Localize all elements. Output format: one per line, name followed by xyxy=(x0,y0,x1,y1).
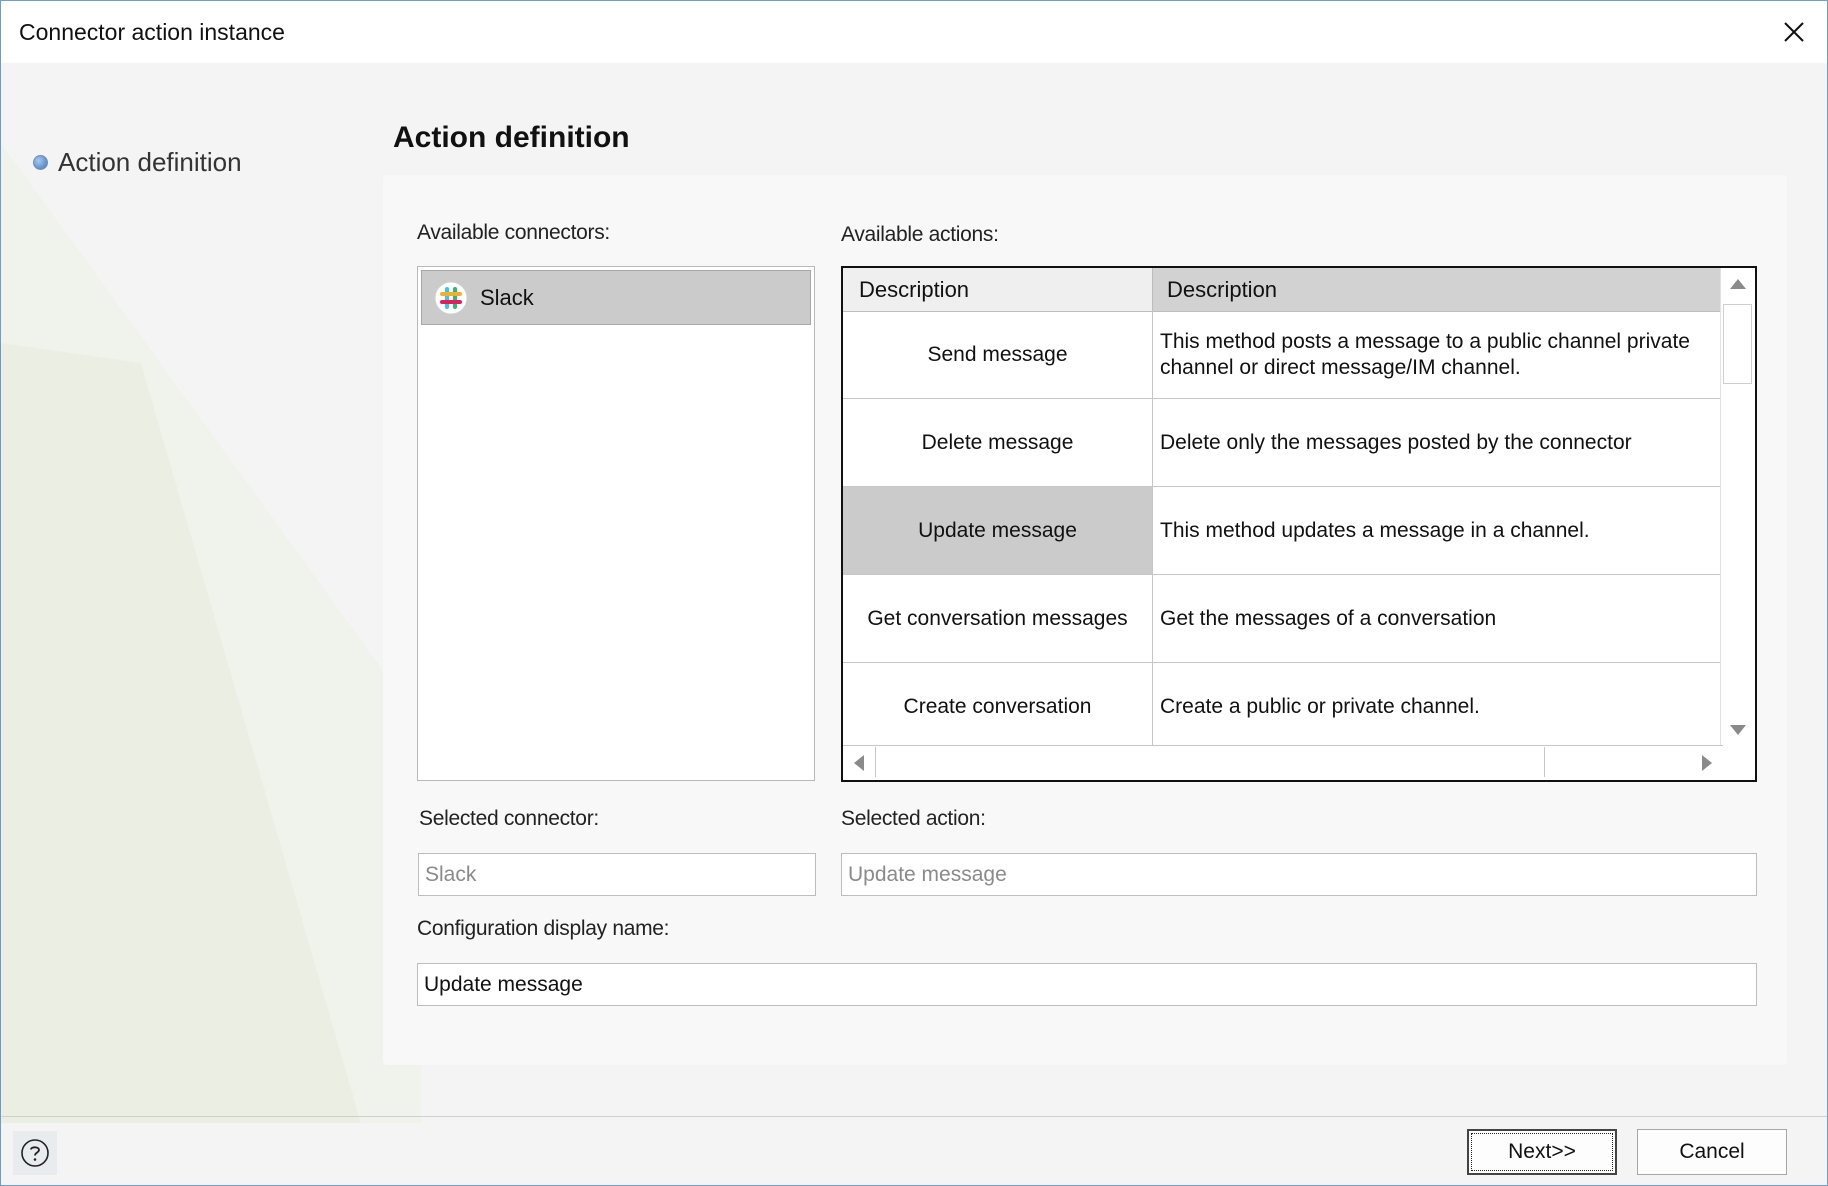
available-actions-label: Available actions: xyxy=(841,223,999,246)
scroll-left-icon[interactable] xyxy=(853,754,865,772)
available-connectors-label: Available connectors: xyxy=(417,221,610,244)
help-icon xyxy=(21,1139,49,1167)
step-label: Action definition xyxy=(58,147,242,177)
scroll-right-icon[interactable] xyxy=(1701,754,1713,772)
title-bar: Connector action instance xyxy=(1,1,1827,63)
action-description-text: This method posts a message to a public … xyxy=(1160,329,1690,379)
cancel-button[interactable]: Cancel xyxy=(1637,1129,1787,1175)
step-bullet-icon xyxy=(33,155,48,170)
dialog-window: Connector action instance Action definit… xyxy=(0,0,1828,1186)
vertical-scrollbar[interactable] xyxy=(1720,268,1755,746)
action-name-cell: Get conversation messages xyxy=(843,575,1153,662)
page-title: Action definition xyxy=(393,121,630,154)
scroll-corner xyxy=(1721,746,1755,780)
selected-connector-label: Selected connector: xyxy=(419,807,599,830)
next-button[interactable]: Next>> xyxy=(1467,1129,1617,1175)
config-display-name-label: Configuration display name: xyxy=(417,917,670,940)
table-row[interactable]: Delete message Delete only the messages … xyxy=(843,399,1723,487)
vertical-scroll-thumb[interactable] xyxy=(1723,304,1752,384)
horizontal-scroll-thumb[interactable] xyxy=(875,747,1545,777)
scroll-down-icon[interactable] xyxy=(1729,724,1747,736)
selected-action-label: Selected action: xyxy=(841,807,986,830)
action-name-cell: Send message xyxy=(843,311,1153,398)
help-button[interactable] xyxy=(13,1131,57,1175)
action-description-cell: Delete only the messages posted by the c… xyxy=(1160,430,1632,454)
action-name-cell: Delete message xyxy=(843,399,1153,486)
horizontal-scrollbar[interactable] xyxy=(843,745,1723,780)
slack-icon xyxy=(434,281,468,314)
column-header-name[interactable]: Description xyxy=(843,268,1153,311)
close-icon xyxy=(1784,22,1804,42)
selected-action-field[interactable] xyxy=(841,853,1757,896)
action-description-cell: Create a public or private channel. xyxy=(1160,695,1480,718)
action-name-cell: Update message xyxy=(843,487,1153,574)
table-row[interactable]: Create conversation Create a public or p… xyxy=(843,663,1723,751)
table-row[interactable]: Get conversation messages Get the messag… xyxy=(843,575,1723,663)
connectors-list[interactable]: Slack xyxy=(417,266,815,781)
action-description-cell: Get the messages of a conversation xyxy=(1160,606,1497,630)
scroll-up-icon[interactable] xyxy=(1729,278,1747,290)
footer-divider xyxy=(1,1116,1827,1117)
connector-item-slack[interactable]: Slack xyxy=(421,270,811,325)
column-header-description[interactable]: Description xyxy=(1153,268,1723,311)
close-button[interactable] xyxy=(1761,1,1827,63)
connector-name: Slack xyxy=(480,284,534,310)
background-decoration xyxy=(1,143,421,1123)
grid-header: Description Description xyxy=(843,268,1723,312)
table-row-selected[interactable]: Update message This method updates a mes… xyxy=(843,487,1723,575)
action-description-cell: This method posts a message to a public … xyxy=(1153,311,1723,398)
actions-grid[interactable]: Description Description Send message Thi… xyxy=(841,266,1757,782)
wizard-step-action-definition[interactable]: Action definition xyxy=(33,147,242,178)
window-title: Connector action instance xyxy=(19,19,285,45)
selected-connector-field[interactable] xyxy=(418,853,816,896)
action-name-cell: Create conversation xyxy=(843,663,1153,751)
action-description-cell: This method updates a message in a chann… xyxy=(1160,518,1590,542)
table-row[interactable]: Send message This method posts a message… xyxy=(843,311,1723,399)
config-display-name-input[interactable] xyxy=(417,963,1757,1006)
